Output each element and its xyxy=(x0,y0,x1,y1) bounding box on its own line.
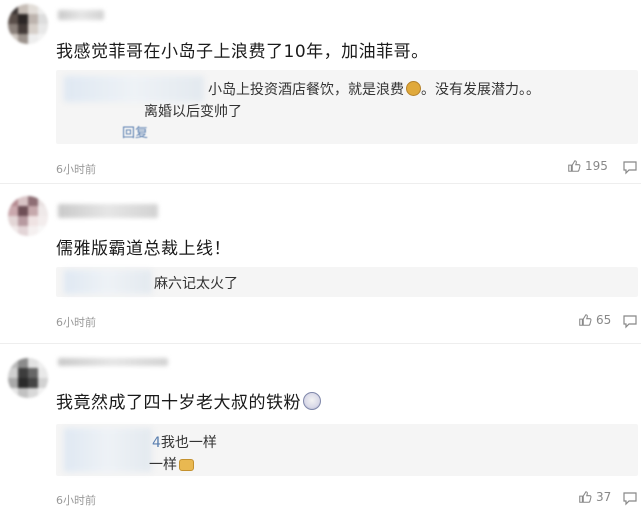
reply-text: 我也一样 xyxy=(160,435,217,451)
thumbs-up-icon xyxy=(579,314,592,326)
laughing-face-icon xyxy=(303,392,321,410)
reply-item: 一样 xyxy=(149,454,194,474)
reply-text: 小岛上投资酒店餐饮，就是浪费 xyxy=(208,82,404,98)
reply-item: 4我也一样 xyxy=(152,432,217,452)
comment-icon[interactable] xyxy=(622,490,638,506)
handshake-icon xyxy=(179,459,194,471)
like-button[interactable]: 195 xyxy=(567,159,608,173)
reply-box: 4我也一样 一样 xyxy=(56,424,638,476)
comment-2: 儒雅版霸道总裁上线！ 麻六记太火了 6小时前 65 xyxy=(0,190,641,340)
like-button[interactable]: 65 xyxy=(578,313,611,327)
thumbs-up-icon xyxy=(568,160,581,172)
comment-text: 我感觉菲哥在小岛子上浪费了10年，加油菲哥。 xyxy=(56,42,429,62)
user-avatar[interactable] xyxy=(8,4,48,44)
comment-text: 我竟然成了四十岁老大叔的铁粉 xyxy=(56,388,321,413)
user-avatar[interactable] xyxy=(8,358,48,398)
reply-text: 一样 xyxy=(149,457,177,473)
reply-item: 小岛上投资酒店餐饮，就是浪费 。没有发展潜力。。 xyxy=(208,79,540,99)
comment-icon[interactable] xyxy=(622,159,638,175)
reply-box: 小岛上投资酒店餐饮，就是浪费 。没有发展潜力。。 离婚以后变帅了 回复 xyxy=(56,70,638,144)
comment-text: 儒雅版霸道总裁上线！ xyxy=(56,239,231,259)
timestamp: 6小时前 xyxy=(56,494,96,507)
reply-item: 离婚以后变帅了 xyxy=(144,104,242,120)
comment-3: 我竟然成了四十岁老大叔的铁粉 4我也一样 一样 6小时前 37 xyxy=(0,350,641,515)
comment-text-content: 我竟然成了四十岁老大叔的铁粉 xyxy=(56,393,301,413)
divider xyxy=(0,183,641,184)
comment-icon[interactable] xyxy=(622,313,638,329)
like-button[interactable]: 37 xyxy=(578,490,611,504)
username-blurred[interactable] xyxy=(58,358,168,366)
money-bag-icon xyxy=(406,81,421,96)
reply-item: 麻六记太火了 xyxy=(154,276,238,292)
like-count: 195 xyxy=(585,159,608,173)
thumbs-up-icon xyxy=(579,491,592,503)
timestamp: 6小时前 xyxy=(56,163,96,176)
like-count: 65 xyxy=(596,313,612,327)
reply-link[interactable]: 回复 xyxy=(122,122,148,141)
reply-suffix: 。没有发展潜力。。 xyxy=(421,82,540,98)
username-blurred[interactable] xyxy=(58,10,104,20)
timestamp: 6小时前 xyxy=(56,316,96,329)
replier-name-blurred[interactable] xyxy=(64,270,152,294)
reply-box: 麻六记太火了 xyxy=(56,267,638,297)
username-blurred[interactable] xyxy=(58,204,158,218)
like-count: 37 xyxy=(596,490,612,504)
divider xyxy=(0,343,641,344)
comment-1: 我感觉菲哥在小岛子上浪费了10年，加油菲哥。 小岛上投资酒店餐饮，就是浪费 。没有… xyxy=(0,0,641,178)
replier-name-blurred[interactable] xyxy=(64,428,152,472)
replier-name-blurred[interactable] xyxy=(64,76,204,102)
user-avatar[interactable] xyxy=(8,196,48,236)
reply-prefix: 4 xyxy=(152,435,161,451)
